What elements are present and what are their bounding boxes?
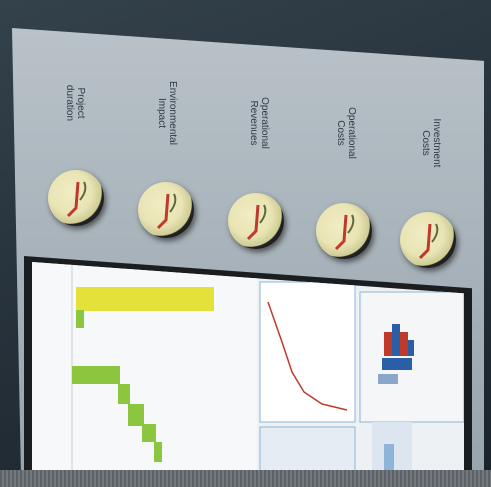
monitor-screen [32,262,464,486]
gantt-bar [76,310,84,328]
needle-icon [418,223,439,260]
label-project-duration: Project duration [64,84,86,122]
label-operational-revenues: Operational Revenues [248,97,270,149]
needle-icon [246,204,267,241]
bar-mark [392,324,400,356]
bar-chart-panel [359,291,464,423]
gantt-bar [128,404,144,426]
gantt-bar [76,287,214,311]
knob-operational-revenues[interactable] [228,193,284,249]
knob-project-duration[interactable] [48,170,104,226]
dashboard-graphic [32,262,464,486]
label-investment-costs: Investment Costs [420,118,442,168]
needle-icon [66,181,87,218]
knob-operational-costs[interactable] [316,203,372,259]
bar-mark [400,332,408,356]
label-operational-costs: Operational Costs [335,107,357,159]
bar-mark [408,340,414,356]
knob-investment-costs[interactable] [400,212,456,268]
knob-environmental-impact[interactable] [138,182,194,238]
needle-icon [156,193,177,230]
bar-mark [384,332,392,356]
label-environmental-impact: Environmental Impact [156,81,178,145]
bar-mark [382,358,412,370]
bar-mark [378,374,398,384]
needle-icon [334,214,355,251]
line-chart-panel [259,281,356,423]
gantt-bar [118,384,130,404]
gantt-bar [154,442,162,462]
gantt-bar [72,366,120,384]
bottom-strip [0,470,491,487]
gantt-bar [142,424,156,442]
photo-scene: Project duration Environmental Impact Op… [0,0,491,487]
